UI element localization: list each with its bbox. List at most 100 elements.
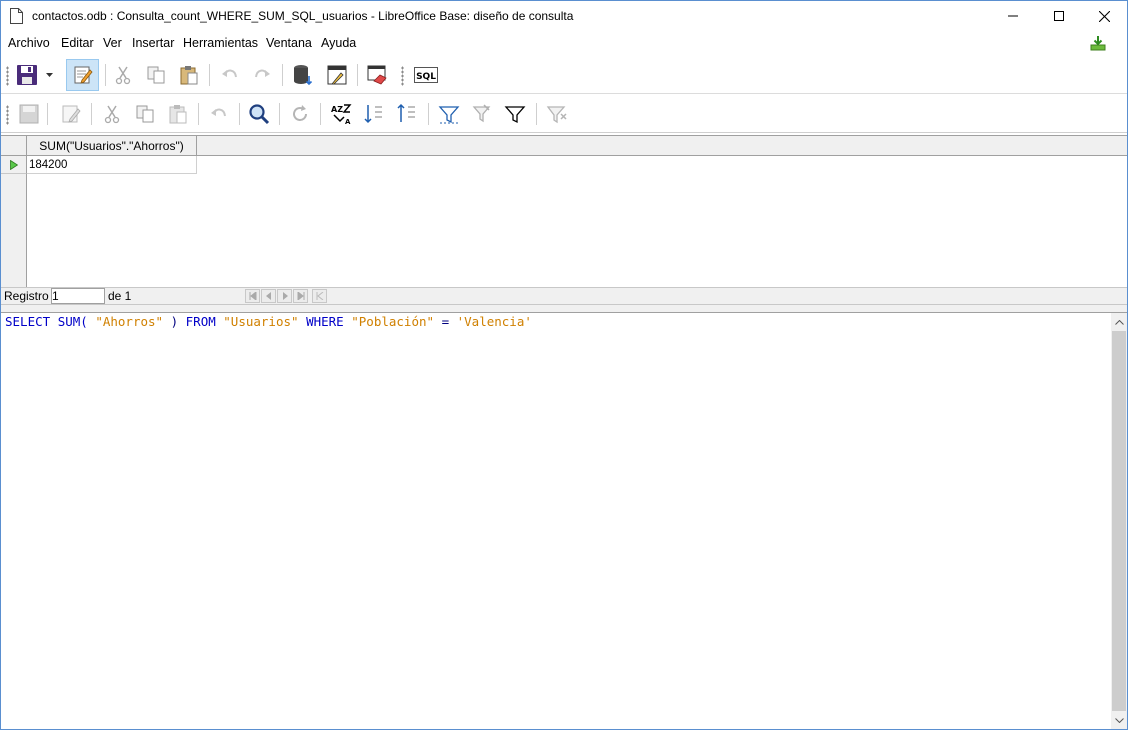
sql-token: WHERE [306,314,344,329]
toolbar-grip[interactable] [6,105,9,125]
next-record-icon [282,292,288,300]
toolbar-separator [357,64,358,86]
sql-icon: SQL [414,67,438,83]
paste-icon [180,66,198,85]
run-sql-directly-button[interactable]: SQL [414,64,438,86]
scissors-icon [104,105,120,124]
scroll-down-button[interactable] [1111,712,1127,728]
undo-button[interactable] [219,64,241,86]
database-button[interactable] [292,64,314,86]
menu-insertar[interactable]: Insertar [132,36,174,50]
scrollbar-thumb[interactable] [1112,331,1126,711]
vertical-scrollbar[interactable] [1111,313,1127,729]
previous-record-button[interactable] [261,289,276,303]
save-dropdown-button[interactable] [43,64,55,86]
window-title: contactos.odb : Consulta_count_WHERE_SUM… [32,9,574,23]
column-header-strip [197,136,1127,156]
menu-archivo[interactable]: Archivo [8,36,50,50]
svg-text:AZ: AZ [331,105,343,114]
update-download-icon[interactable] [1090,35,1106,51]
toolbar-separator [282,64,283,86]
edit-button[interactable] [72,64,94,86]
close-button[interactable] [1081,1,1127,31]
sql-token: 'Valencia' [456,314,532,329]
maximize-button[interactable] [1036,1,1082,31]
pane-splitter[interactable] [1,305,1127,313]
record-count-label: de 1 [108,289,132,303]
last-record-icon [297,292,304,300]
filter-reset-icon [546,106,567,124]
menu-ayuda[interactable]: Ayuda [321,36,356,50]
sql-statement[interactable]: SELECT SUM( "Ahorros" ) FROM "Usuarios" … [5,314,532,329]
edit-data-button[interactable] [60,103,82,125]
eraser-icon [367,65,387,85]
copy-button[interactable] [145,64,167,86]
refresh-button[interactable] [289,103,311,125]
paste-icon [169,105,187,124]
first-record-icon [249,292,256,300]
filter-icon [504,106,526,124]
toolbar-grip[interactable] [401,66,404,86]
sort-ascending-button[interactable] [363,103,385,125]
scissors-icon [115,66,131,85]
chevron-down-icon [1114,717,1124,723]
table-data-toolbar: AZ A [1,95,1127,133]
toolbar-separator [536,103,537,125]
undo-icon [211,108,226,117]
toolbar-grip[interactable] [6,66,9,86]
sql-token: SELECT [5,314,51,329]
reset-filter-button[interactable] [546,103,568,125]
redo-icon [255,69,270,78]
scroll-up-button[interactable] [1111,314,1127,330]
design-view-button[interactable] [326,64,348,86]
cut-record-button[interactable] [101,103,123,125]
sort-descending-button[interactable] [396,103,418,125]
standard-toolbar: SQL [1,56,1127,94]
autofilter-icon [438,106,460,124]
menu-ver[interactable]: Ver [103,36,122,50]
record-number-input[interactable] [51,288,105,304]
minimize-button[interactable] [990,1,1036,31]
paste-button[interactable] [178,64,200,86]
sort-icon: AZ A [331,104,352,125]
undo-record-button[interactable] [208,103,230,125]
new-record-button[interactable] [312,289,327,303]
maximize-icon [1054,11,1064,21]
svg-text:A: A [345,118,351,125]
toolbar-separator [91,103,92,125]
next-record-button[interactable] [277,289,292,303]
cut-button[interactable] [112,64,134,86]
menu-herramientas[interactable]: Herramientas [183,36,258,50]
toolbar-separator [105,64,106,86]
sql-editor[interactable]: SELECT SUM( "Ahorros" ) FROM "Usuarios" … [1,313,1111,729]
search-icon [249,104,270,125]
last-record-button[interactable] [293,289,308,303]
column-header-sum[interactable]: SUM("Usuarios"."Ahorros") [27,136,197,156]
menu-ventana[interactable]: Ventana [266,36,312,50]
apply-filter-button[interactable] [471,103,493,125]
save-button[interactable] [16,64,38,86]
sql-token: FROM [185,314,216,329]
sort-button[interactable]: AZ A [330,103,352,125]
redo-button[interactable] [251,64,273,86]
paste-record-button[interactable] [167,103,189,125]
current-row-marker[interactable] [1,156,27,174]
standard-filter-button[interactable] [504,103,526,125]
database-icon [294,65,313,86]
menu-editar[interactable]: Editar [61,36,94,50]
find-record-button[interactable] [248,103,270,125]
sort-ascending-icon [364,105,382,124]
first-record-button[interactable] [245,289,260,303]
toolbar-separator [239,103,240,125]
autofilter-button[interactable] [438,103,460,125]
save-record-button[interactable] [18,103,40,125]
copy-record-button[interactable] [134,103,156,125]
copy-icon [136,105,154,123]
toolbar-separator [428,103,429,125]
refresh-icon [293,105,307,121]
table-cell[interactable]: 184200 [27,156,197,174]
clear-query-button[interactable] [366,64,388,86]
table-design-icon [327,65,347,85]
